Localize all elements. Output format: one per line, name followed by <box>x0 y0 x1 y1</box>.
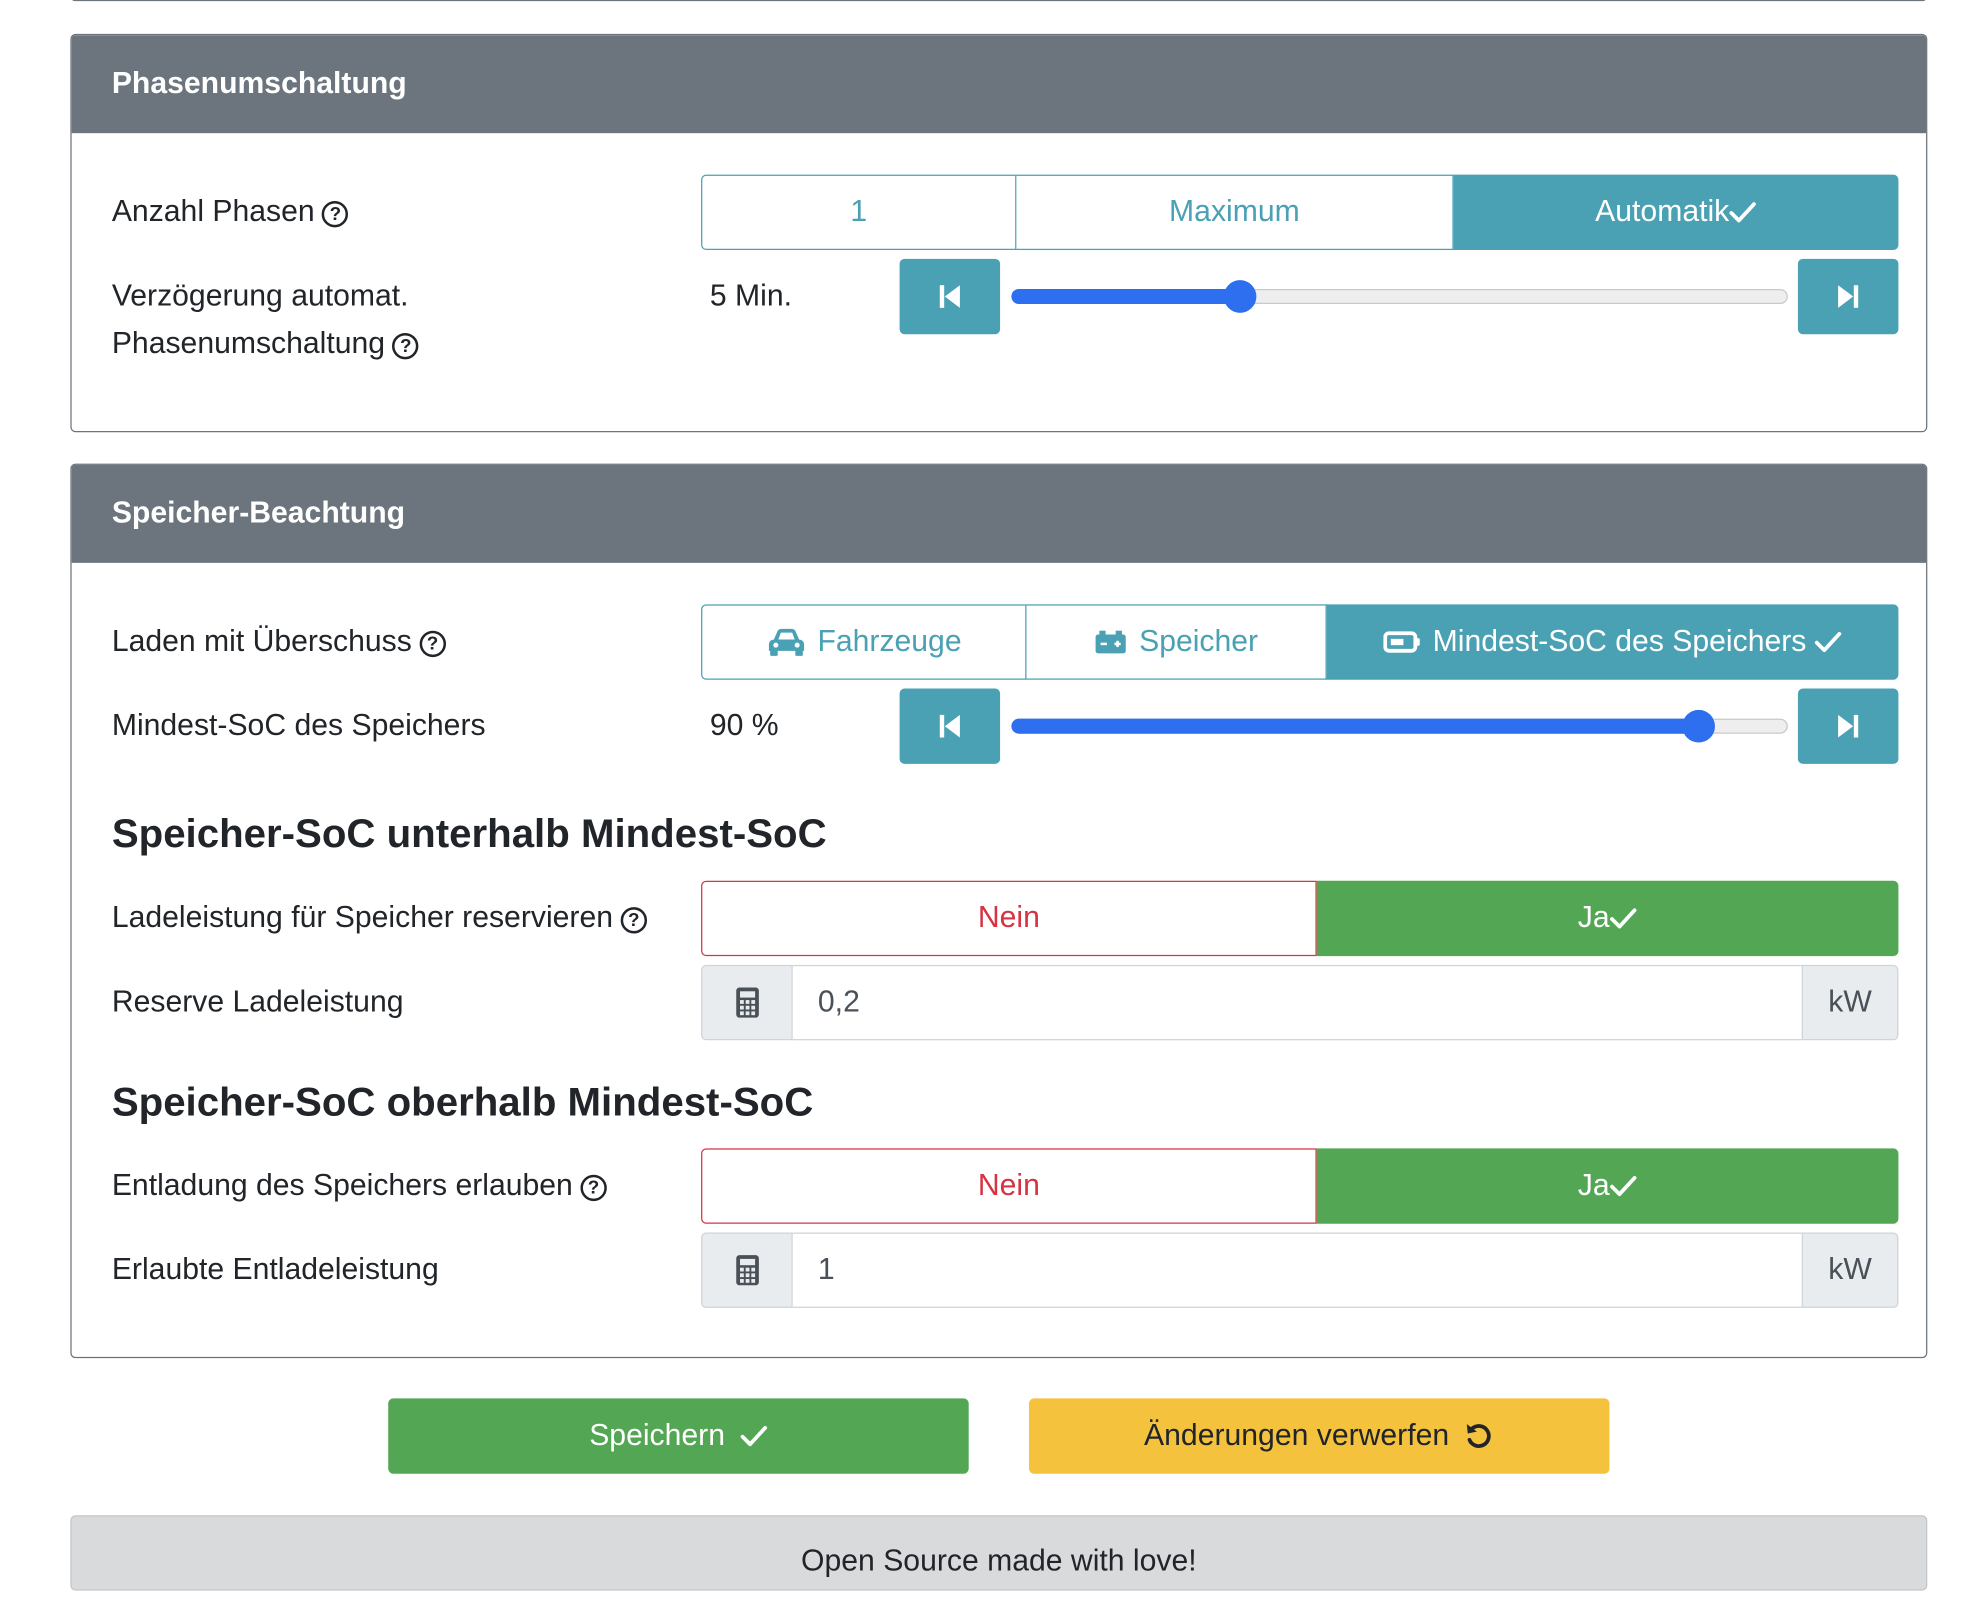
discharge-label: Entladung des Speichers erlauben <box>111 1168 573 1203</box>
reserve-no-label: Nein <box>977 900 1040 935</box>
reserve-label-row: Ladeleistung für Speicher reservieren? <box>112 895 647 943</box>
question-circle-icon[interactable]: ? <box>580 1174 607 1202</box>
discharge-power-input-group: 1 kW <box>701 1232 1899 1308</box>
surplus-label-row: Laden mit Überschuss? <box>112 618 446 666</box>
discharge-power-input[interactable]: 1 <box>792 1232 1802 1308</box>
step-backward-icon <box>939 714 960 738</box>
reserve-no-button[interactable]: Nein <box>701 880 1317 957</box>
surplus-option-min-soc-label: Mindest-SoC des Speichers <box>1432 624 1807 659</box>
phase-option-maximum-label: Maximum <box>1169 194 1300 229</box>
save-button[interactable]: Speichern <box>388 1398 969 1474</box>
surplus-option-storage[interactable]: Speicher <box>1026 604 1327 680</box>
car-battery-icon <box>1095 630 1126 654</box>
footer-text: Open Source made with love! <box>801 1544 1197 1579</box>
question-circle-icon[interactable]: ? <box>620 907 647 934</box>
surplus-option-min-soc[interactable]: Mindest-SoC des Speichers <box>1326 604 1899 680</box>
discharge-toggle: Nein Ja <box>701 1148 1899 1224</box>
discharge-yes-button[interactable]: Ja <box>1316 1148 1899 1224</box>
check-icon <box>740 1426 768 1447</box>
save-button-label: Speichern <box>589 1418 725 1453</box>
surplus-label: Laden mit Überschuss <box>111 624 412 659</box>
reserve-yes-label: Ja <box>1577 900 1610 935</box>
battery-icon <box>1383 631 1421 653</box>
discharge-no-button[interactable]: Nein <box>701 1148 1317 1224</box>
phase-delay-label-line2: Phasenumschaltung <box>111 326 386 361</box>
reserve-power-input-group: 0,2 kW <box>701 964 1899 1041</box>
reserve-yes-button[interactable]: Ja <box>1316 880 1899 957</box>
settings-page: Phasenumschaltung Anzahl Phasen? 1 Maxim… <box>0 0 1970 1591</box>
min-soc-increase-button[interactable] <box>1797 688 1899 764</box>
storage-card: Speicher-Beachtung Laden mit Überschuss? <box>70 463 1928 1359</box>
min-soc-value: 90 % <box>709 708 779 743</box>
reserve-toggle: Nein Ja <box>701 880 1899 957</box>
phase-count-toggle: 1 Maximum Automatik <box>701 174 1899 251</box>
footer: Open Source made with love! <box>70 1515 1928 1591</box>
phase-delay-slider[interactable] <box>1011 280 1788 313</box>
slider-fill <box>1011 718 1699 734</box>
question-circle-icon[interactable]: ? <box>322 201 349 228</box>
step-backward-icon <box>939 285 960 308</box>
previous-card-bottom <box>70 0 1928 2</box>
above-min-soc-heading: Speicher-SoC oberhalb Mindest-SoC <box>111 1079 814 1125</box>
check-icon <box>1610 1175 1637 1197</box>
phase-delay-value: 5 Min. <box>709 278 792 313</box>
undo-icon <box>1467 1424 1492 1448</box>
phase-option-1[interactable]: 1 <box>701 174 1017 251</box>
calculator-icon <box>735 1255 759 1286</box>
surplus-option-vehicles[interactable]: Fahrzeuge <box>701 604 1027 680</box>
phase-switch-card-header: Phasenumschaltung <box>71 35 1927 134</box>
reserve-power-unit: kW <box>1801 964 1899 1041</box>
step-forward-icon <box>1838 714 1859 738</box>
question-circle-icon[interactable]: ? <box>419 630 446 658</box>
reserve-label: Ladeleistung für Speicher reservieren <box>111 900 614 935</box>
reserve-power-input[interactable]: 0,2 <box>792 964 1802 1041</box>
phase-delay-label-row: Verzögerung automat. Phasenumschaltung? <box>112 273 419 368</box>
phase-count-label: Anzahl Phasen <box>111 194 315 229</box>
discharge-power-label: Erlaubte Entladeleistung <box>111 1252 439 1287</box>
discharge-yes-label: Ja <box>1577 1168 1610 1203</box>
discard-changes-button-label: Änderungen verwerfen <box>1144 1418 1450 1453</box>
discharge-label-row: Entladung des Speichers erlauben? <box>112 1162 607 1210</box>
surplus-option-storage-label: Speicher <box>1139 624 1259 659</box>
phase-option-automatik[interactable]: Automatik <box>1453 174 1899 251</box>
slider-thumb[interactable] <box>1224 280 1257 313</box>
check-icon <box>1814 631 1841 653</box>
car-icon <box>768 628 804 656</box>
phase-count-label-row: Anzahl Phasen? <box>112 188 349 236</box>
slider-fill <box>1011 288 1241 305</box>
discharge-power-prepend <box>701 1232 793 1308</box>
reserve-power-label: Reserve Ladeleistung <box>111 985 404 1019</box>
surplus-toggle: Fahrzeuge Speicher Mindest-SoC des Speic… <box>701 604 1899 680</box>
below-min-soc-heading: Speicher-SoC unterhalb Mindest-SoC <box>111 810 827 856</box>
storage-card-header: Speicher-Beachtung <box>71 464 1927 563</box>
reserve-power-prepend <box>701 964 793 1041</box>
calculator-icon <box>735 987 759 1018</box>
phase-delay-label-line1: Verzögerung automat. <box>111 278 409 313</box>
phase-switch-card: Phasenumschaltung Anzahl Phasen? 1 Maxim… <box>70 33 1928 433</box>
phase-option-maximum[interactable]: Maximum <box>1016 174 1454 251</box>
discard-changes-button[interactable]: Änderungen verwerfen <box>1028 1398 1610 1474</box>
check-icon <box>1610 908 1637 929</box>
phase-delay-decrease-button[interactable] <box>899 258 1001 335</box>
phase-option-1-label: 1 <box>850 194 868 229</box>
slider-thumb[interactable] <box>1682 709 1715 743</box>
phase-option-automatik-label: Automatik <box>1595 194 1730 229</box>
discharge-no-label: Nein <box>977 1168 1040 1203</box>
min-soc-label: Mindest-SoC des Speichers <box>111 708 486 743</box>
step-forward-icon <box>1838 285 1859 308</box>
min-soc-slider[interactable] <box>1011 709 1788 743</box>
phase-delay-increase-button[interactable] <box>1797 258 1899 335</box>
min-soc-decrease-button[interactable] <box>899 688 1001 764</box>
check-icon <box>1729 202 1757 223</box>
surplus-option-vehicles-label: Fahrzeuge <box>817 624 962 659</box>
question-circle-icon[interactable]: ? <box>392 332 419 360</box>
discharge-power-unit: kW <box>1801 1232 1899 1308</box>
